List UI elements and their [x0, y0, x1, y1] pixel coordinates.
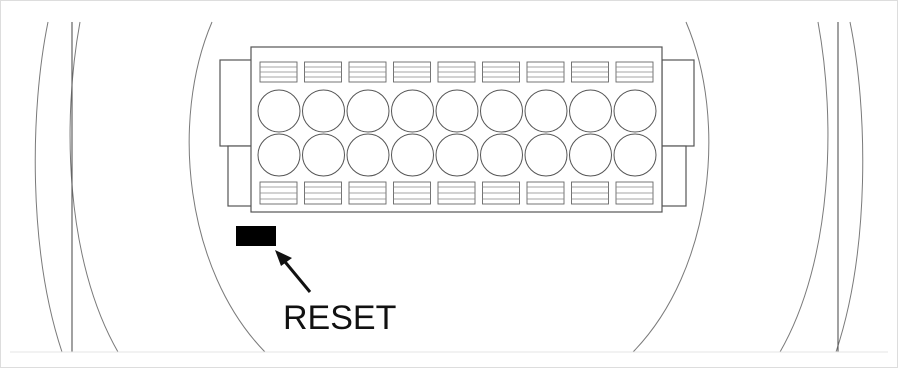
reset-arrow	[275, 250, 312, 293]
top-slot	[259, 61, 298, 83]
top-slot	[571, 61, 609, 83]
top-slot	[304, 61, 342, 83]
left-tab-upper	[219, 59, 253, 147]
right-tab-lower	[661, 145, 687, 207]
left-inner-arc	[69, 21, 119, 353]
wire-hole	[346, 89, 390, 133]
wire-hole	[480, 89, 523, 133]
wire-hole	[391, 133, 434, 177]
bottom-slot	[437, 181, 476, 205]
wire-hole	[302, 133, 345, 177]
wire-hole	[524, 133, 568, 177]
left-outer-arc	[34, 21, 63, 353]
top-slot	[437, 61, 476, 83]
top-slot	[615, 61, 654, 83]
top-slot	[393, 61, 431, 83]
reset-button	[236, 226, 276, 246]
wire-hole	[257, 133, 301, 177]
wire-hole	[346, 133, 390, 177]
wire-hole	[435, 133, 479, 177]
top-slot	[348, 61, 387, 83]
top-slot	[482, 61, 520, 83]
bottom-slot	[615, 181, 654, 205]
wire-hole	[435, 89, 479, 133]
bottom-screw-slots	[259, 181, 654, 205]
bottom-slot	[482, 181, 520, 205]
wire-hole	[569, 89, 612, 133]
bottom-slot	[259, 181, 298, 205]
bottom-slot	[393, 181, 431, 205]
arrow-head	[275, 250, 292, 266]
wire-hole	[613, 133, 657, 177]
right-tab-upper	[661, 59, 695, 147]
bottom-slot	[571, 181, 609, 205]
right-inner-arc	[779, 21, 829, 353]
wire-hole	[391, 89, 434, 133]
bottom-slot	[304, 181, 342, 205]
wire-hole	[613, 89, 657, 133]
wire-hole	[569, 133, 612, 177]
right-outer-arc	[835, 21, 864, 353]
reset-label: RESET	[283, 299, 396, 337]
bottom-slot	[348, 181, 387, 205]
bottom-slot	[526, 181, 565, 205]
wire-hole	[257, 89, 301, 133]
wire-hole	[524, 89, 568, 133]
wire-hole	[480, 133, 523, 177]
wire-hole	[302, 89, 345, 133]
diagram-canvas: RESET	[0, 0, 898, 368]
left-tab-lower	[227, 145, 253, 207]
top-screw-slots	[259, 61, 654, 83]
top-slot	[526, 61, 565, 83]
reset-button-diagram: RESET	[0, 0, 898, 368]
